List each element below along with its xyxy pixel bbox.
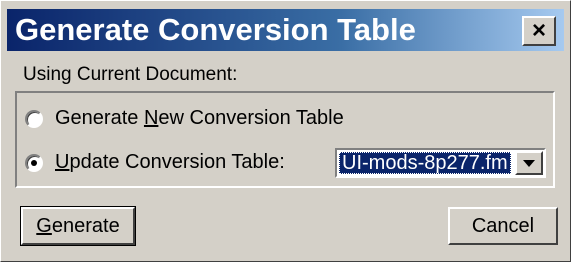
using-current-document-label: Using Current Document: [23, 64, 238, 85]
dialog-window: Generate Conversion Table × Using Curren… [0, 0, 571, 262]
radio-label-new-table: Generate New Conversion Table [55, 107, 344, 129]
chevron-down-icon [523, 159, 535, 167]
cancel-button-label: Cancel [471, 214, 535, 237]
dialog-title: Generate Conversion Table [15, 12, 416, 47]
cancel-button[interactable]: Cancel [448, 207, 558, 245]
radio-button-update-table[interactable] [25, 153, 43, 172]
radio-update-table[interactable]: Update Conversion Table: [25, 151, 285, 174]
dropdown-button[interactable] [515, 151, 543, 175]
generate-button-label: Generate [36, 214, 120, 237]
close-icon: × [531, 17, 546, 44]
radio-label-update-table: Update Conversion Table: [55, 151, 285, 173]
document-select[interactable]: UI-mods-8p277.fm [335, 148, 546, 178]
document-select-value[interactable]: UI-mods-8p277.fm [339, 152, 511, 174]
radio-button-new-table[interactable] [25, 109, 43, 128]
radio-generate-new[interactable]: Generate New Conversion Table [25, 107, 344, 130]
generate-button[interactable]: Generate [20, 206, 136, 246]
title-bar[interactable]: Generate Conversion Table × [7, 9, 564, 51]
close-button[interactable]: × [522, 16, 556, 46]
